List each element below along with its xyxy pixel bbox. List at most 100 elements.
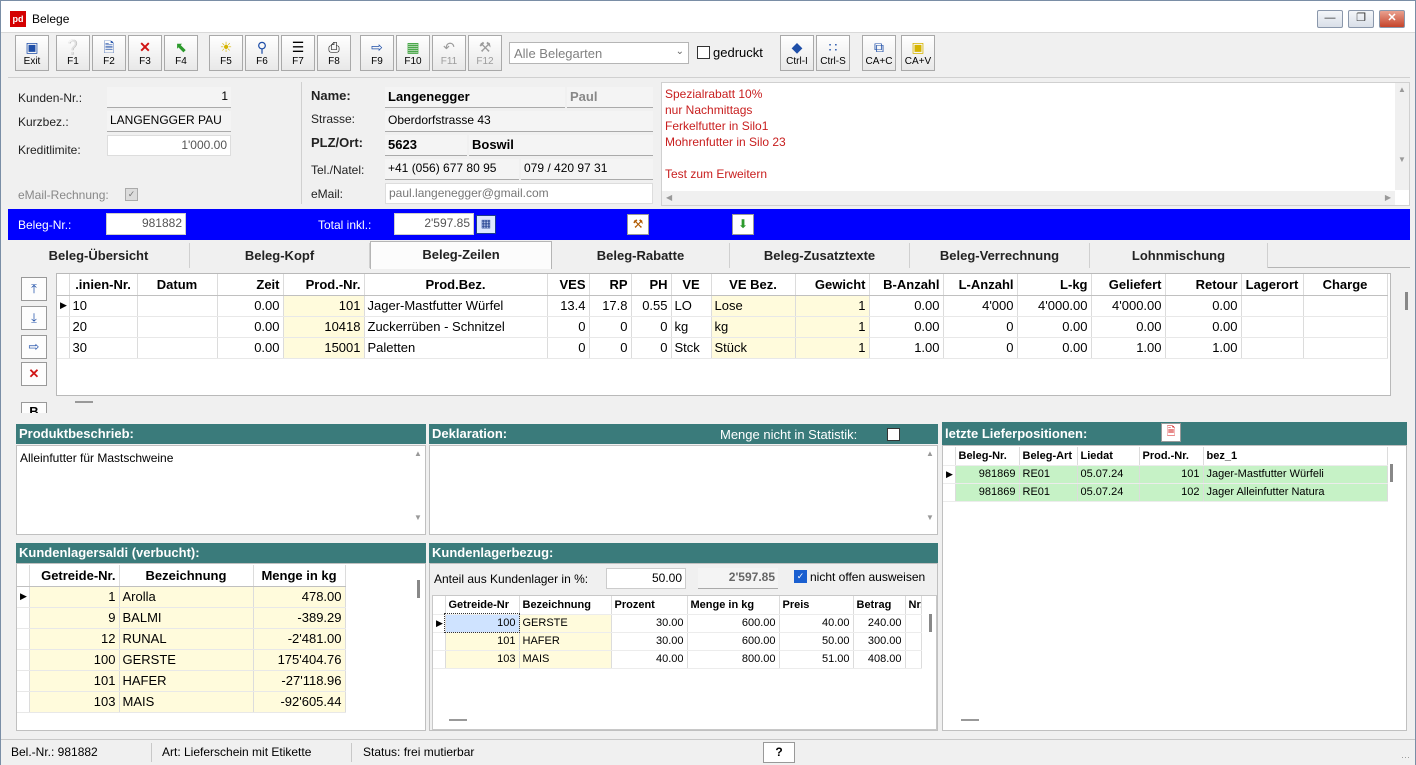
table-row[interactable]: 30 0.00 15001 Paletten 0 0 0 Stck Stück 1 1.00 0 0.0… xyxy=(57,337,1388,359)
resize-grip-icon[interactable]: ⋯ xyxy=(1401,752,1410,763)
row-selector[interactable] xyxy=(943,483,956,502)
row-selector[interactable] xyxy=(433,632,446,651)
grid-cell[interactable]: Stck xyxy=(671,337,712,359)
grid-cell[interactable]: 0 xyxy=(589,316,632,338)
grid-cell[interactable]: 0.00 xyxy=(217,295,284,317)
grid-cell[interactable]: 13.4 xyxy=(547,295,590,317)
lagersaldi-cell[interactable]: 175'404.76 xyxy=(253,649,346,671)
grid-cell[interactable]: 30 xyxy=(69,337,138,359)
f5-button[interactable]: ☀ F5 xyxy=(209,35,243,71)
grid-cell[interactable]: 10 xyxy=(69,295,138,317)
notes-textarea[interactable]: Spezialrabatt 10% nur Nachmittags Ferkelfu… xyxy=(661,82,1410,206)
lagersaldi-cell[interactable]: MAIS xyxy=(119,691,254,713)
email-field[interactable]: paul.langenegger@gmail.com xyxy=(385,183,653,204)
move-bottom-button[interactable]: ⤓ xyxy=(21,306,47,330)
calculator-icon[interactable]: ▦ xyxy=(476,215,496,234)
grid-cell[interactable] xyxy=(1241,316,1304,338)
grid-cell[interactable]: 4'000 xyxy=(943,295,1018,317)
ctrl-i-button[interactable]: ◆ Ctrl-I xyxy=(780,35,814,71)
grid-cell[interactable]: 1.00 xyxy=(1091,337,1166,359)
grid-cell[interactable] xyxy=(137,295,218,317)
f10-button[interactable]: ▦ F10 xyxy=(396,35,430,71)
lagersaldi-cell[interactable]: RUNAL xyxy=(119,628,254,650)
lagerbezug-cell[interactable]: 51.00 xyxy=(779,650,854,669)
grid-cell[interactable]: 0.00 xyxy=(1017,316,1092,338)
close-button[interactable]: ✕ xyxy=(1379,10,1405,28)
grid-cell[interactable]: Zuckerrüben - Schnitzel xyxy=(364,316,548,338)
resize-grip[interactable] xyxy=(75,401,93,403)
lagerbezug-cell[interactable]: HAFER xyxy=(519,632,612,651)
restore-button[interactable]: ❐ xyxy=(1348,10,1374,28)
belegart-dropdown[interactable]: Alle Belegarten ⌄ xyxy=(509,42,689,64)
lagerbezug-cell[interactable]: 408.00 xyxy=(853,650,906,669)
f6-search-button[interactable]: ⚲ F6 xyxy=(245,35,279,71)
delete-row-button[interactable]: ✕ xyxy=(21,362,47,386)
kurzbez-field[interactable]: LANGENGGER PAU xyxy=(107,111,231,132)
lagerbezug-cell[interactable]: 100 xyxy=(444,613,520,633)
row-selector[interactable] xyxy=(57,337,70,359)
tab-beleg-verrechnung[interactable]: Beleg-Verrechnung xyxy=(910,243,1090,268)
scrollbar-thumb[interactable] xyxy=(929,614,932,632)
f3-delete-button[interactable]: ✕ F3 xyxy=(128,35,162,71)
grid-cell[interactable]: 10418 xyxy=(283,316,365,338)
grid-cell[interactable]: 0.00 xyxy=(1165,316,1242,338)
lagerbezug-cell[interactable] xyxy=(905,614,922,633)
lieferpos-cell[interactable]: 102 xyxy=(1139,483,1204,502)
lieferpos-cell[interactable]: 05.07.24 xyxy=(1077,465,1140,484)
grid-cell[interactable]: 0.00 xyxy=(869,295,944,317)
tab-beleg-kopf[interactable]: Beleg-Kopf xyxy=(190,243,370,268)
grid-cell[interactable]: 0.00 xyxy=(1017,337,1092,359)
lieferpos-cell[interactable]: Jager Alleinfutter Natura xyxy=(1203,483,1388,502)
grid-cell[interactable]: 1 xyxy=(795,295,870,317)
row-selector[interactable] xyxy=(17,691,30,713)
grid-cell[interactable]: 0.00 xyxy=(869,316,944,338)
table-row[interactable]: 20 0.00 10418 Zuckerrüben - Schnitzel 0 0 0 kg k… xyxy=(57,316,1388,338)
lieferpos-cell[interactable]: Jager-Mastfutter Würfeli xyxy=(1203,465,1388,484)
scrollbar-thumb[interactable] xyxy=(1390,464,1393,482)
lagersaldi-cell[interactable]: -2'481.00 xyxy=(253,628,346,650)
row-pointer-icon[interactable]: ▶ xyxy=(57,295,70,317)
table-row[interactable]: 103 MAIS 40.00 800.00 51.00 408.00 xyxy=(433,650,922,669)
grid-cell[interactable]: 20 xyxy=(69,316,138,338)
exit-button[interactable]: ▣ Exit xyxy=(15,35,49,71)
grid-cell[interactable]: 0.00 xyxy=(217,337,284,359)
lagerbezug-cell[interactable]: 30.00 xyxy=(611,614,688,633)
grid-cell[interactable]: Jager-Mastfutter Würfel xyxy=(364,295,548,317)
lagerbezug-cell[interactable]: 600.00 xyxy=(687,632,780,651)
grid-cell[interactable]: Paletten xyxy=(364,337,548,359)
grid-cell[interactable]: 0 xyxy=(631,316,672,338)
menge-statistik-checkbox[interactable] xyxy=(887,428,900,441)
produktbeschrieb-textarea[interactable]: Alleinfutter für Mastschweine ▲ ▼ xyxy=(16,445,426,535)
paste-button[interactable]: ▣ CA+V xyxy=(901,35,935,71)
lagerbezug-cell[interactable]: 300.00 xyxy=(853,632,906,651)
lieferpos-cell[interactable]: 101 xyxy=(1139,465,1204,484)
row-pointer-icon[interactable]: ▶ xyxy=(17,586,30,608)
lagersaldi-cell[interactable]: -389.29 xyxy=(253,607,346,629)
row-selector[interactable] xyxy=(433,650,446,669)
scrollbar[interactable]: ▲ ▼ xyxy=(923,446,937,534)
lagerbezug-cell[interactable]: 800.00 xyxy=(687,650,780,669)
tab-beleg-zeilen[interactable]: Beleg-Zeilen xyxy=(370,241,552,269)
grid-cell[interactable]: 0 xyxy=(547,337,590,359)
lagersaldi-cell[interactable]: GERSTE xyxy=(119,649,254,671)
insert-row-button[interactable]: ⇨ xyxy=(21,335,47,359)
nicht-offen-checkbox[interactable]: ✓ xyxy=(794,570,807,583)
f8-print-button[interactable]: ⎙ F8 xyxy=(317,35,351,71)
table-row[interactable]: ▶ 981869 RE01 05.07.24 101 Jager-Mastfutter W… xyxy=(943,465,1388,484)
kreditlimite-field[interactable]: 1'000.00 xyxy=(107,135,231,156)
row-selector[interactable] xyxy=(17,607,30,629)
ort-field[interactable]: Boswil xyxy=(469,135,653,156)
natel-field[interactable]: 079 / 420 97 31 xyxy=(521,159,653,180)
f7-list-button[interactable]: ☰ F7 xyxy=(281,35,315,71)
row-pointer-icon[interactable]: ▶ xyxy=(433,614,446,633)
grid-cell[interactable]: Lose xyxy=(711,295,796,317)
f2-new-button[interactable]: 🗎 F2 xyxy=(92,35,126,71)
lieferpos-cell[interactable]: 981869 xyxy=(955,483,1020,502)
table-row[interactable]: ▶ 100 GERSTE 30.00 600.00 40.00 240.00 xyxy=(433,613,922,633)
lagerbezug-cell[interactable]: GERSTE xyxy=(519,614,612,633)
table-row[interactable]: 9 BALMI -389.29 xyxy=(17,607,346,629)
firstname-field[interactable]: Paul xyxy=(567,87,653,108)
lagersaldi-cell[interactable]: 1 xyxy=(29,586,120,608)
grid-cell[interactable] xyxy=(1303,316,1388,338)
grid-cell[interactable]: LO xyxy=(671,295,712,317)
